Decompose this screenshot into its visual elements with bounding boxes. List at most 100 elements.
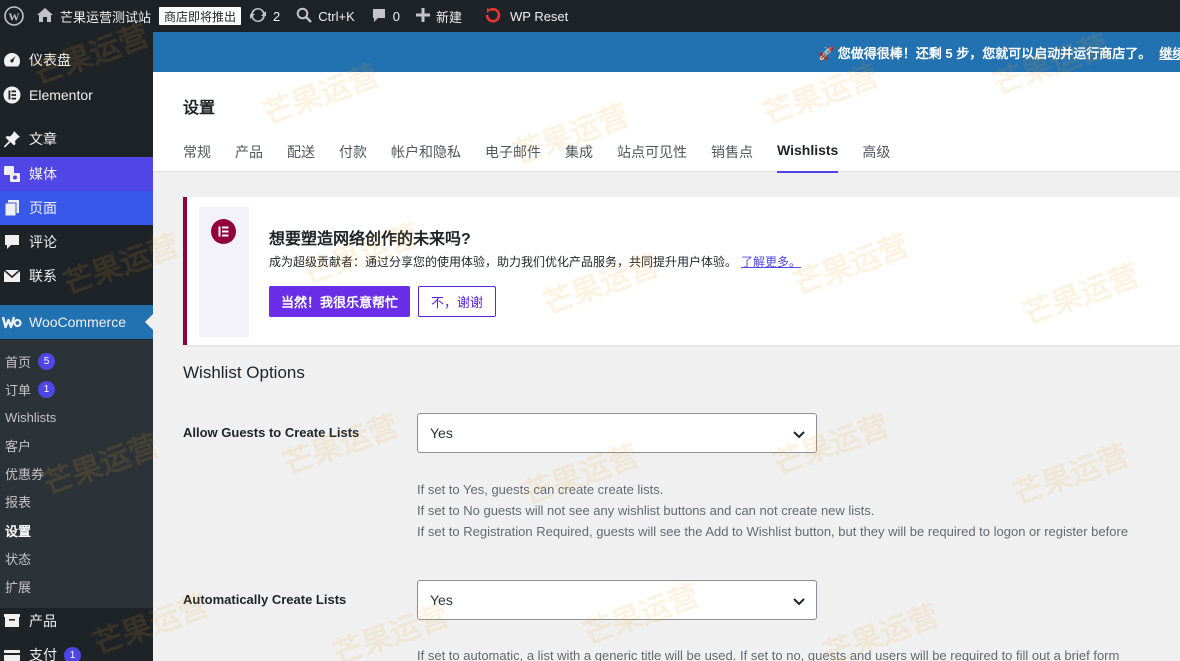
store-coming-soon-badge[interactable]: 商店即将推出 <box>159 7 242 25</box>
pages-icon <box>2 198 22 218</box>
main-content: 🚀 您做得很棒！还剩 5 步，您就可以启动并运行商店了。 继续 设置 常规 产品… <box>153 32 1180 661</box>
sidebar-item-products[interactable]: 产品 <box>0 604 153 638</box>
description-line: If set to No guests will not see any wis… <box>417 503 875 518</box>
decline-button[interactable]: 不，谢谢 <box>418 286 496 317</box>
allow-guests-select[interactable]: Yes <box>417 413 817 453</box>
chevron-down-icon <box>792 594 806 610</box>
comment-icon <box>371 7 387 26</box>
new-label: 新建 <box>435 9 462 25</box>
sidebar-item-label: 仪表盘 <box>29 52 71 68</box>
sidebar-item-label: 联系 <box>29 268 57 284</box>
tab-advanced[interactable]: 高级 <box>862 142 890 172</box>
auto-create-select[interactable]: Yes <box>417 580 817 620</box>
tab-general[interactable]: 常规 <box>183 142 211 172</box>
tab-accounts-privacy[interactable]: 帐户和隐私 <box>391 142 461 172</box>
submenu-item-wishlists[interactable]: Wishlists <box>5 407 56 427</box>
home-count-badge: 5 <box>38 352 56 370</box>
media-icon <box>2 164 22 184</box>
sidebar-item-comments[interactable]: 评论 <box>0 225 153 259</box>
learn-more-link[interactable]: 了解更多。 <box>741 255 801 269</box>
continue-setup-link[interactable]: 继续 <box>1159 43 1180 62</box>
promo-description: 成为超级贡献者：通过分享您的使用体验，助力我们优化产品服务，共同提升用户体验。 <box>269 255 738 269</box>
sidebar-item-media[interactable]: 媒体 <box>0 157 153 191</box>
auto-create-label: Automatically Create Lists <box>183 592 347 607</box>
promo-text: 成为超级贡献者：通过分享您的使用体验，助力我们优化产品服务，共同提升用户体验。了… <box>269 253 801 270</box>
allow-guests-value: Yes <box>430 425 453 441</box>
dashboard-icon <box>2 50 22 70</box>
payments-count-badge: 1 <box>64 646 81 661</box>
updates-count: 2 <box>273 8 281 24</box>
sidebar-item-woocommerce[interactable]: WooCommerce <box>0 305 153 339</box>
products-icon <box>2 611 22 631</box>
wp-reset-label: WP Reset <box>510 8 569 24</box>
woocommerce-submenu: 首页 5 订单 1 Wishlists 客户 优惠券 报表 设置 状态 扩展 <box>0 340 153 608</box>
description-line: If set to Yes, guests can create create … <box>417 482 664 497</box>
woo-icon <box>2 312 22 332</box>
svg-text:W: W <box>9 12 20 24</box>
elementor-logo-icon <box>211 219 236 244</box>
sidebar-item-contact[interactable]: 联系 <box>0 259 153 293</box>
plus-icon <box>415 7 430 25</box>
sidebar-item-label: 产品 <box>29 613 57 629</box>
accept-contribute-button[interactable]: 当然！我很乐意帮忙 <box>269 286 410 317</box>
chevron-down-icon <box>792 427 806 443</box>
tab-wishlists[interactable]: Wishlists <box>777 142 839 173</box>
auto-create-description: If set to automatic, a list with a gener… <box>417 645 1119 661</box>
sidebar-item-label: WooCommerce <box>29 314 126 330</box>
submenu-item-settings[interactable]: 设置 <box>5 520 31 540</box>
elementor-icon <box>2 85 22 105</box>
settings-header: 设置 常规 产品 配送 付款 帐户和隐私 电子邮件 集成 站点可见性 销售点 W… <box>153 72 1180 173</box>
pin-icon <box>2 129 22 149</box>
admin-bar: W 芒果运营测试站 商店即将推出 2 Ctrl+K 0 新建 WP Reset <box>0 0 1180 32</box>
sidebar-item-dashboard[interactable]: 仪表盘 <box>0 43 153 77</box>
sidebar-item-label: 支付 <box>29 647 57 661</box>
submenu-label: 订单 <box>5 382 32 398</box>
tab-shipping[interactable]: 配送 <box>287 142 315 172</box>
comments-link[interactable]: 0 <box>363 0 408 32</box>
elementor-contributor-notice: 想要塑造网络创作的未来吗? 成为超级贡献者：通过分享您的使用体验，助力我们优化产… <box>183 197 1180 345</box>
tab-payments[interactable]: 付款 <box>339 142 367 172</box>
submenu-label: 首页 <box>5 354 32 370</box>
submenu-item-orders[interactable]: 订单 1 <box>5 379 56 399</box>
sidebar-item-payments[interactable]: 支付 1 <box>0 638 153 661</box>
sidebar-item-label: Elementor <box>29 87 93 103</box>
tab-site-visibility[interactable]: 站点可见性 <box>617 142 687 172</box>
submenu-item-coupons[interactable]: 优惠券 <box>5 463 44 483</box>
current-menu-arrow <box>145 314 153 330</box>
description-line: If set to Registration Required, guests … <box>417 524 1129 539</box>
section-title: Wishlist Options <box>183 363 305 382</box>
page-title: 设置 <box>183 100 216 117</box>
tab-point-of-sale[interactable]: 销售点 <box>711 142 753 172</box>
tab-products[interactable]: 产品 <box>235 142 263 172</box>
site-name-link[interactable]: 芒果运营测试站 <box>28 0 159 32</box>
wp-reset-icon <box>484 7 504 26</box>
orders-count-badge: 1 <box>38 380 56 398</box>
submenu-item-status[interactable]: 状态 <box>5 548 31 568</box>
description-line: If set to automatic, a list with a gener… <box>417 648 1120 661</box>
wordpress-logo-icon[interactable]: W <box>0 0 28 32</box>
new-content-link[interactable]: 新建 <box>408 0 470 32</box>
sidebar-item-pages[interactable]: 页面 <box>0 191 153 225</box>
command-palette-link[interactable]: Ctrl+K <box>288 0 362 32</box>
sidebar-item-label: 页面 <box>29 200 57 216</box>
search-icon <box>296 7 313 26</box>
sidebar-item-posts[interactable]: 文章 <box>0 122 153 156</box>
site-name: 芒果运营测试站 <box>60 9 152 25</box>
promo-title: 想要塑造网络创作的未来吗? <box>269 231 471 248</box>
submenu-item-customers[interactable]: 客户 <box>5 435 31 455</box>
tab-emails[interactable]: 电子邮件 <box>485 142 541 172</box>
setup-progress-text: 🚀 您做得很棒！还剩 5 步，您就可以启动并运行商店了。 <box>818 46 1152 61</box>
comment-icon <box>2 232 22 252</box>
submenu-item-reports[interactable]: 报表 <box>5 491 31 511</box>
settings-tabs: 常规 产品 配送 付款 帐户和隐私 电子邮件 集成 站点可见性 销售点 Wish… <box>183 142 914 173</box>
sidebar-item-label: 评论 <box>29 234 57 250</box>
submenu-item-home[interactable]: 首页 5 <box>5 351 56 371</box>
wp-reset-link[interactable]: WP Reset <box>476 0 576 32</box>
tab-integration[interactable]: 集成 <box>565 142 593 172</box>
submenu-item-extensions[interactable]: 扩展 <box>5 576 31 596</box>
sidebar-item-elementor[interactable]: Elementor <box>0 78 153 112</box>
updates-link[interactable]: 2 <box>241 0 288 32</box>
home-icon <box>36 7 60 26</box>
comments-count: 0 <box>392 8 400 24</box>
promo-icon-area <box>199 207 249 337</box>
